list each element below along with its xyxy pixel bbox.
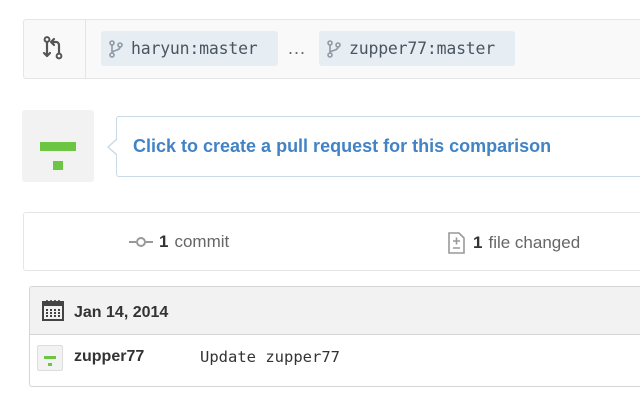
create-pull-request-link[interactable]: Click to create a pull request for this … xyxy=(133,136,551,157)
base-branch-label: haryun:master xyxy=(131,39,258,58)
files-count: 1 xyxy=(473,233,483,252)
calendar-icon xyxy=(42,300,64,321)
files-changed-tab[interactable]: 1 file changed xyxy=(448,232,580,254)
compare-icon[interactable] xyxy=(41,35,67,61)
branch-icon xyxy=(327,39,341,58)
pull-request-callout[interactable]: Click to create a pull request for this … xyxy=(107,116,640,177)
commit-group-header: Jan 14, 2014 xyxy=(30,287,640,335)
commit-row[interactable]: zupper77 Update zupper77 xyxy=(30,335,640,386)
commits-count: 1 xyxy=(159,232,169,251)
comparison-summary: 1 commit 1 file changed xyxy=(23,212,640,271)
branch-icon xyxy=(109,39,123,58)
compare-range-bar: haryun:master ... zupper77:master xyxy=(23,19,640,79)
base-branch-selector[interactable]: haryun:master xyxy=(101,31,278,66)
commit-message[interactable]: Update zupper77 xyxy=(200,348,340,366)
commits-label: commit xyxy=(174,232,230,251)
identicon-avatar-image xyxy=(40,142,76,170)
commits-tab[interactable]: 1 commit xyxy=(129,232,229,252)
author-avatar[interactable] xyxy=(37,345,63,371)
head-branch-selector[interactable]: zupper77:master xyxy=(319,31,515,66)
identicon-avatar xyxy=(22,110,94,182)
range-divider xyxy=(85,20,86,78)
commit-group: Jan 14, 2014 zupper77 Update zupper77 xyxy=(29,286,640,387)
commit-author[interactable]: zupper77 xyxy=(74,348,144,366)
head-branch-label: zupper77:master xyxy=(349,39,496,58)
identicon-avatar xyxy=(44,356,56,366)
file-diff-icon xyxy=(448,232,465,254)
commit-icon xyxy=(129,237,153,247)
range-separator: ... xyxy=(288,38,307,58)
files-label: file changed xyxy=(488,233,581,252)
commit-group-date: Jan 14, 2014 xyxy=(74,304,169,321)
